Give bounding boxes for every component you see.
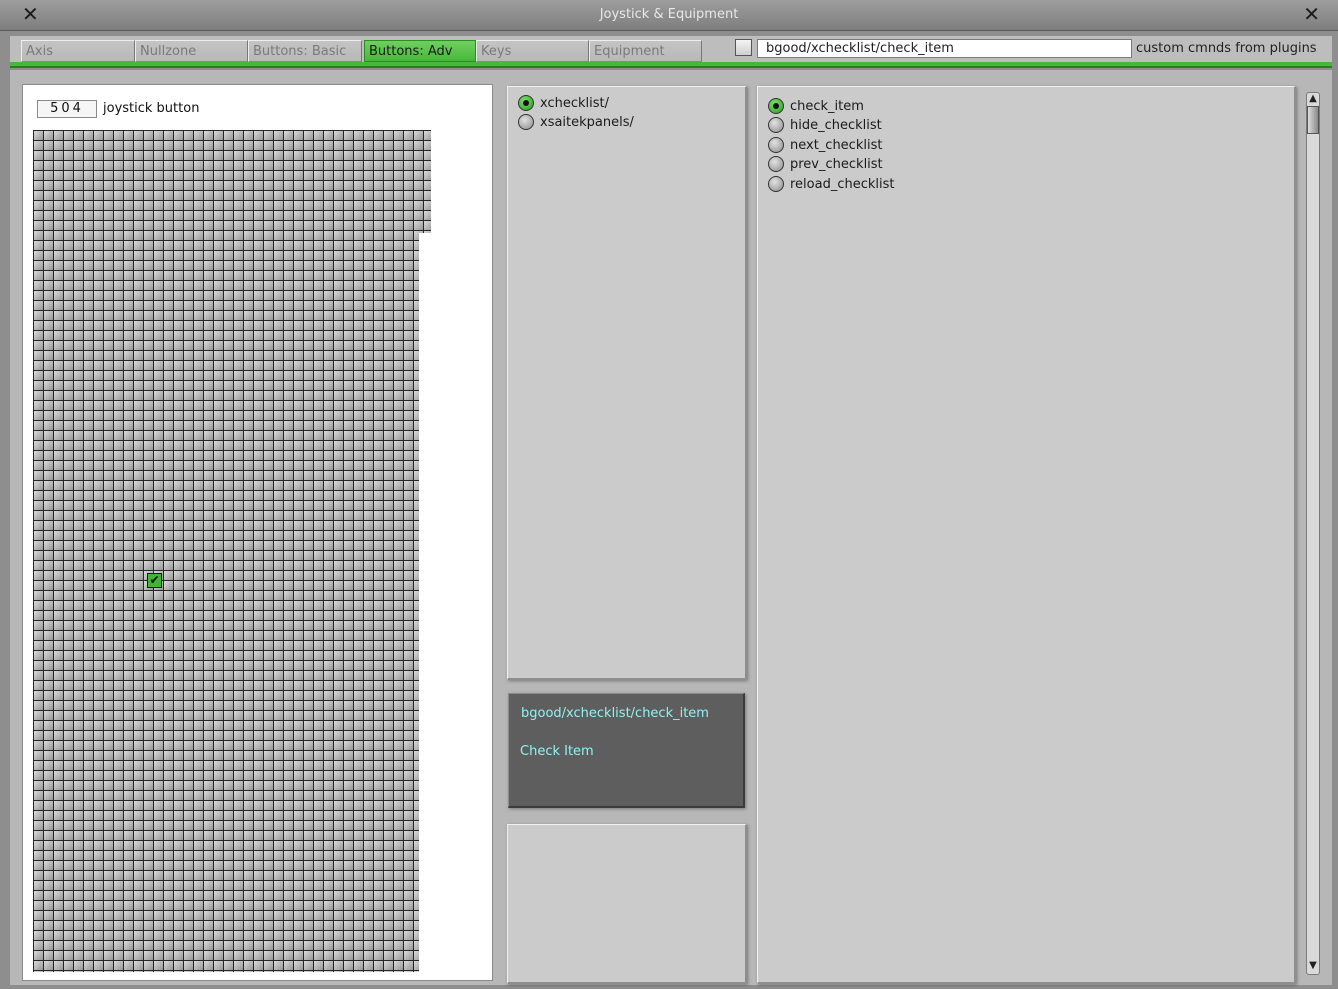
command-list-panel bbox=[757, 86, 1296, 984]
tab-underline bbox=[10, 62, 1332, 68]
button-number-field[interactable]: 504 bbox=[37, 100, 97, 118]
scroll-up-icon[interactable]: ▲ bbox=[1306, 92, 1320, 106]
command-description-text: Check Item bbox=[520, 744, 594, 759]
grid-edge bbox=[431, 130, 435, 234]
radio-unselected-icon bbox=[518, 114, 534, 130]
folder-item-xchecklist[interactable]: xchecklist/ bbox=[518, 95, 609, 111]
folder-list-panel bbox=[507, 86, 747, 680]
radio-selected-icon bbox=[768, 98, 784, 114]
folder-item-xsaitekpanels[interactable]: xsaitekpanels/ bbox=[518, 114, 634, 130]
custom-commands-checkbox[interactable] bbox=[735, 39, 752, 56]
radio-unselected-icon bbox=[768, 117, 784, 133]
command-label: check_item bbox=[790, 98, 864, 114]
window-title: Joystick & Equipment bbox=[599, 7, 739, 22]
plugin-commands-label: custom cmnds from plugins bbox=[1136, 41, 1317, 56]
command-label: prev_checklist bbox=[790, 156, 883, 172]
tab-buttons-adv[interactable]: Buttons: Adv bbox=[364, 40, 476, 62]
command-list-scrollbar[interactable] bbox=[1306, 92, 1320, 975]
command-path-text: bgood/xchecklist/check_item bbox=[521, 706, 709, 721]
scroll-down-icon[interactable]: ▼ bbox=[1306, 959, 1320, 973]
tab-keys[interactable]: Keys bbox=[476, 40, 589, 62]
command-label: next_checklist bbox=[790, 137, 883, 153]
scrollbar-thumb[interactable] bbox=[1307, 106, 1319, 134]
command-item-reload-checklist[interactable]: reload_checklist bbox=[768, 176, 895, 192]
command-item-prev-checklist[interactable]: prev_checklist bbox=[768, 156, 883, 172]
close-icon[interactable]: ✕ bbox=[1303, 4, 1320, 24]
radio-unselected-icon bbox=[768, 137, 784, 153]
tab-buttons-basic[interactable]: Buttons: Basic bbox=[248, 40, 362, 62]
command-label: reload_checklist bbox=[790, 176, 895, 192]
command-search-input[interactable]: bgood/xchecklist/check_item bbox=[757, 39, 1132, 58]
tab-equipment[interactable]: Equipment bbox=[589, 40, 702, 62]
radio-unselected-icon bbox=[768, 156, 784, 172]
command-item-hide-checklist[interactable]: hide_checklist bbox=[768, 117, 882, 133]
empty-panel bbox=[507, 824, 747, 984]
button-number-label: joystick button bbox=[103, 101, 200, 116]
radio-selected-icon bbox=[518, 95, 534, 111]
command-item-check-item[interactable]: check_item bbox=[768, 98, 864, 114]
grid-edge bbox=[419, 233, 435, 975]
command-item-next-checklist[interactable]: next_checklist bbox=[768, 137, 882, 153]
tab-nullzone[interactable]: Nullzone bbox=[135, 40, 248, 62]
folder-label: xsaitekpanels/ bbox=[540, 114, 634, 130]
tab-axis[interactable]: Axis bbox=[21, 40, 135, 62]
joystick-button-grid[interactable] bbox=[33, 130, 433, 972]
folder-label: xchecklist/ bbox=[540, 95, 609, 111]
title-bar: ✕ Joystick & Equipment ✕ bbox=[0, 0, 1338, 31]
selected-button-checkmark-icon[interactable]: ✔ bbox=[147, 573, 162, 588]
command-label: hide_checklist bbox=[790, 117, 882, 133]
radio-unselected-icon bbox=[768, 176, 784, 192]
